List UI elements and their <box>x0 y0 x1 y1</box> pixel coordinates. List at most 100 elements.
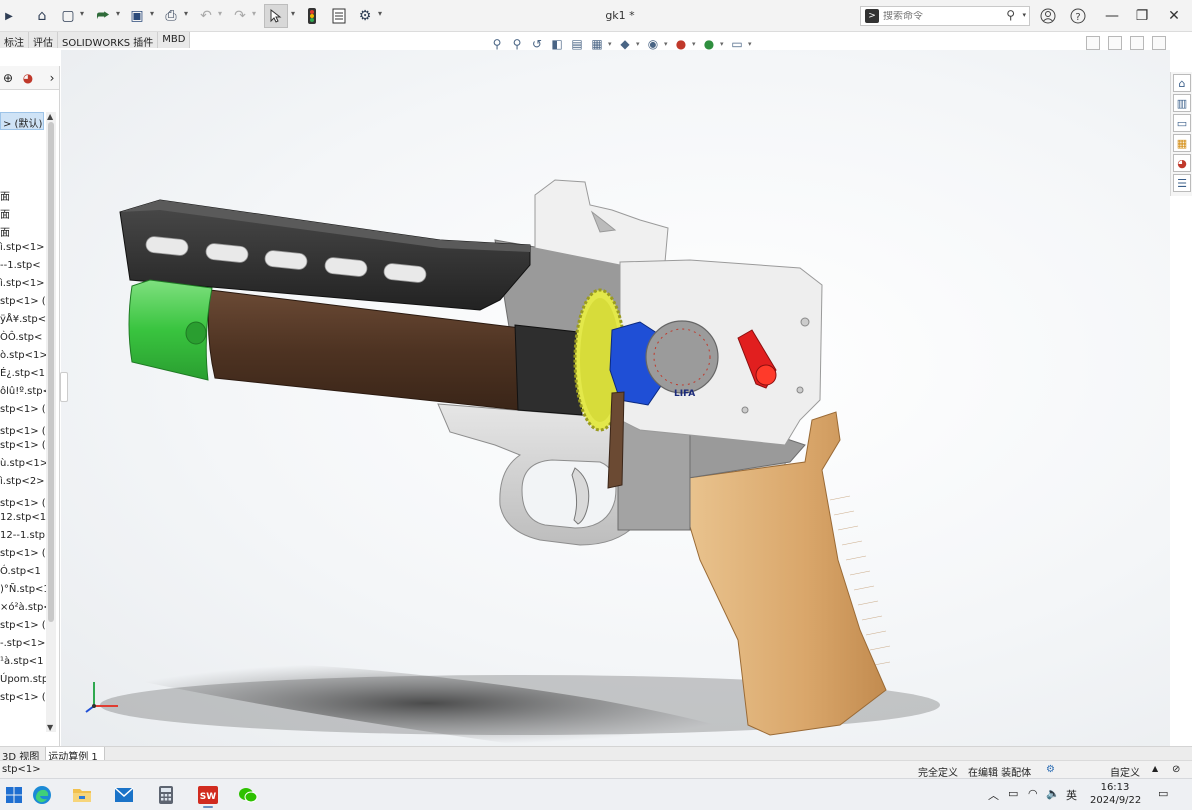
scroll-up-icon[interactable]: ▲ <box>47 112 53 121</box>
new-document-icon[interactable]: ▢ <box>58 4 78 28</box>
tree-item[interactable]: ôlû!º.stp< <box>0 384 46 402</box>
tree-item[interactable]: 面 <box>0 204 46 222</box>
tree-item[interactable]: Úpom.stp <box>0 672 46 690</box>
apply-scene-icon[interactable]: ● <box>700 35 718 53</box>
tree-item[interactable]: stp<1> ( <box>0 438 46 456</box>
restore-window-icon[interactable]: ❐ <box>1130 4 1154 28</box>
show-hidden-icons-icon[interactable]: ︿ <box>988 787 999 803</box>
panel-expand-arrow-icon[interactable]: › <box>44 70 59 86</box>
tree-item[interactable]: stp<1> ( <box>0 690 46 708</box>
home-icon[interactable]: ⌂ <box>30 4 54 28</box>
open-document-icon[interactable]: ⮫ <box>92 4 114 28</box>
options-dropdown-caret-icon[interactable]: ▾ <box>378 9 382 18</box>
tree-item[interactable]: ¹à.stp<1 <box>0 654 46 672</box>
print-icon[interactable]: ⎙ <box>160 4 182 28</box>
tab-annotation[interactable]: 标注 <box>0 32 29 49</box>
tree-item[interactable]: stp<1> ( <box>0 294 46 312</box>
tree-item[interactable]: 面 <box>0 186 46 204</box>
active-configuration[interactable]: > (默认) - <box>0 112 44 130</box>
redo-dropdown-caret-icon[interactable]: ▾ <box>252 9 256 18</box>
view-orientation-caret-icon[interactable]: ▾ <box>608 40 614 48</box>
minimize-icon[interactable]: — <box>1100 4 1124 28</box>
tree-item[interactable]: ÒÔ.stp< <box>0 330 46 348</box>
hide-show-caret-icon[interactable]: ▾ <box>664 40 670 48</box>
tree-item[interactable]: ì.stp<1> <box>0 276 46 294</box>
file-properties-icon[interactable] <box>328 4 350 28</box>
calculator-icon[interactable] <box>152 782 180 808</box>
appearances-icon[interactable]: ◕ <box>1173 154 1191 172</box>
tree-scrollbar[interactable]: ▲ ▼ <box>46 112 56 732</box>
zoom-to-fit-icon[interactable]: ⚲ <box>488 35 506 53</box>
tree-item[interactable]: )°Ñ.stp<1 <box>0 582 46 600</box>
view-palette-icon[interactable]: ▦ <box>1173 134 1191 152</box>
pistol-assembly-model[interactable]: LIFA <box>61 50 1170 746</box>
redo-icon[interactable]: ↷ <box>230 4 250 28</box>
scrollbar-thumb[interactable] <box>48 122 54 622</box>
custom-properties-icon[interactable]: ☰ <box>1173 174 1191 192</box>
tree-item[interactable]: 12--1.stp <box>0 528 46 546</box>
split-view-icon[interactable] <box>1086 36 1100 50</box>
solidworks-app-icon[interactable]: SW <box>194 782 222 808</box>
tree-item[interactable]: stp<1> (默 <box>0 420 46 438</box>
edge-browser-icon[interactable] <box>28 782 56 808</box>
tab-motion-study-1[interactable]: 运动算例 1 <box>46 747 105 763</box>
search-input[interactable] <box>883 10 1003 22</box>
search-dropdown-caret-icon[interactable]: ▾ <box>1022 11 1026 19</box>
tree-item[interactable]: ò.stp<1> <box>0 348 46 366</box>
tree-item[interactable]: Ó.stp<1 <box>0 564 46 582</box>
scroll-down-icon[interactable]: ▼ <box>47 723 53 732</box>
units-selector[interactable]: 自定义 <box>1110 764 1140 779</box>
mail-icon[interactable] <box>110 782 138 808</box>
viewport-restore-icon[interactable] <box>1130 36 1144 50</box>
save-dropdown-caret-icon[interactable]: ▾ <box>150 9 154 18</box>
windows-start-icon[interactable] <box>0 782 28 808</box>
graphics-viewport[interactable]: LIFA <box>61 50 1170 746</box>
viewport-close-icon[interactable] <box>1152 36 1166 50</box>
print-dropdown-caret-icon[interactable]: ▾ <box>184 9 188 18</box>
help-icon[interactable]: ? <box>1066 4 1090 28</box>
close-window-icon[interactable]: ✕ <box>1162 4 1186 28</box>
display-manager-tab-icon[interactable]: ◕ <box>20 70 36 86</box>
wechat-icon[interactable] <box>234 782 262 808</box>
edit-appearance-icon[interactable]: ● <box>672 35 690 53</box>
view-settings-icon[interactable]: ▭ <box>728 35 746 53</box>
display-style-icon[interactable]: ◆ <box>616 35 634 53</box>
input-method-indicator[interactable]: 英 <box>1066 787 1077 803</box>
options-gear-icon[interactable]: ⚙ <box>354 4 376 28</box>
previous-view-icon[interactable]: ↺ <box>528 35 546 53</box>
select-pointer-icon[interactable] <box>264 4 288 28</box>
undo-icon[interactable]: ↶ <box>196 4 216 28</box>
section-view-icon[interactable]: ◧ <box>548 35 566 53</box>
tree-item[interactable]: stp<1> (默 <box>0 492 46 510</box>
edit-appearance-caret-icon[interactable]: ▾ <box>692 40 698 48</box>
user-account-icon[interactable] <box>1036 4 1060 28</box>
tree-item[interactable]: stp<1> ( <box>0 618 46 636</box>
tab-evaluate[interactable]: 评估 <box>29 32 58 49</box>
file-explorer-icon[interactable] <box>68 782 96 808</box>
open-dropdown-caret-icon[interactable]: ▾ <box>116 9 120 18</box>
status-link-icon[interactable]: ⊘ <box>1172 764 1180 775</box>
view-orientation-icon[interactable]: ▦ <box>588 35 606 53</box>
tree-item[interactable]: stp<1> ( <box>0 402 46 420</box>
hide-show-items-icon[interactable]: ◉ <box>644 35 662 53</box>
search-icon[interactable]: ⚲ <box>1006 8 1015 22</box>
file-explorer-icon[interactable]: ▭ <box>1173 114 1191 132</box>
apply-scene-caret-icon[interactable]: ▾ <box>720 40 726 48</box>
tree-item[interactable]: ì.stp<1> <box>0 240 46 258</box>
property-manager-tab-icon[interactable]: ⊕ <box>0 70 16 86</box>
select-dropdown-caret-icon[interactable]: ▾ <box>291 9 295 18</box>
solidworks-resources-icon[interactable]: ⌂ <box>1173 74 1191 92</box>
tab-3d-view[interactable]: 3D 视图 <box>0 747 47 763</box>
tree-item[interactable]: 12.stp<1 <box>0 510 46 528</box>
tree-item[interactable]: stp<1> ( <box>0 546 46 564</box>
view-settings-caret-icon[interactable]: ▾ <box>748 40 754 48</box>
zoom-to-area-icon[interactable]: ⚲ <box>508 35 526 53</box>
dynamic-annotation-icon[interactable]: ▤ <box>568 35 586 53</box>
command-search-box[interactable]: > ⚲ ▾ <box>860 6 1030 26</box>
new-dropdown-caret-icon[interactable]: ▾ <box>80 9 84 18</box>
rebuild-status-icon[interactable]: ⚙ <box>1046 764 1055 775</box>
save-icon[interactable]: ▣ <box>126 4 148 28</box>
tree-item[interactable]: -.stp<1> <box>0 636 46 654</box>
split-horizontal-icon[interactable] <box>1108 36 1122 50</box>
tree-item[interactable]: 面 <box>0 222 46 240</box>
